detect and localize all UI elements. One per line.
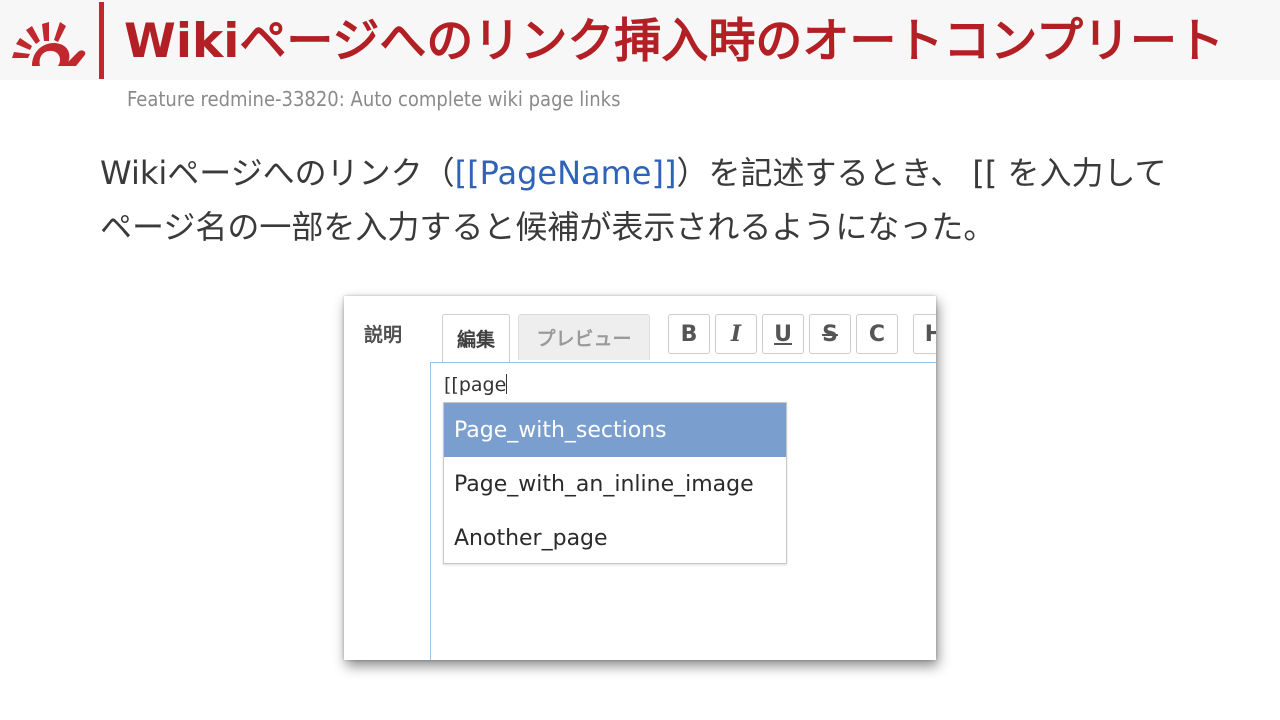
description-text: ）を記述するとき、 [[ を入力して	[676, 154, 1167, 192]
header-accent-bar	[99, 2, 104, 79]
description-code: [[PageName]]	[454, 154, 677, 192]
typed-text: [[page	[444, 374, 507, 396]
strikethrough-button[interactable]: S	[809, 314, 851, 354]
strikethrough-icon: S	[822, 321, 838, 347]
tab-preview[interactable]: プレビュー	[518, 314, 650, 360]
textarea-content: [[page	[444, 374, 508, 396]
slide-description: Wikiページへのリンク（[[PageName]]）を記述するとき、 [[ を入…	[100, 146, 1220, 254]
autocomplete-item-selected[interactable]: Page_with_sections	[444, 403, 786, 457]
code-button[interactable]: C	[856, 314, 898, 354]
italic-button[interactable]: I	[715, 314, 757, 354]
redmine-logo-icon	[12, 22, 86, 66]
code-icon: C	[868, 321, 886, 347]
underline-icon: U	[774, 321, 792, 347]
underline-button[interactable]: U	[762, 314, 804, 354]
editor-screenshot: 説明 編集 プレビュー B I U S C H [[page Page_with…	[344, 296, 936, 660]
description-text: Wikiページへのリンク（	[100, 154, 455, 192]
heading-icon: H	[924, 321, 936, 347]
autocomplete-list: Page_with_sections Page_with_an_inline_i…	[443, 402, 787, 564]
description-line-2: ページ名の一部を入力すると候補が表示されるようになった。	[100, 208, 996, 246]
tab-edit[interactable]: 編集	[442, 314, 510, 362]
bold-button[interactable]: B	[668, 314, 710, 354]
slide-subtitle: Feature redmine-33820: Auto complete wik…	[127, 87, 621, 111]
bold-icon: B	[680, 321, 698, 347]
description-line-1: Wikiページへのリンク（[[PageName]]）を記述するとき、 [[ を入…	[100, 146, 1220, 200]
field-label: 説明	[364, 324, 403, 346]
text-cursor	[506, 374, 508, 394]
heading-button[interactable]: H	[913, 314, 936, 354]
autocomplete-item[interactable]: Page_with_an_inline_image	[444, 457, 786, 511]
slide-title: Wikiページへのリンク挿入時のオートコンプリート	[124, 14, 1224, 69]
italic-icon: I	[730, 321, 742, 347]
autocomplete-item[interactable]: Another_page	[444, 511, 786, 565]
